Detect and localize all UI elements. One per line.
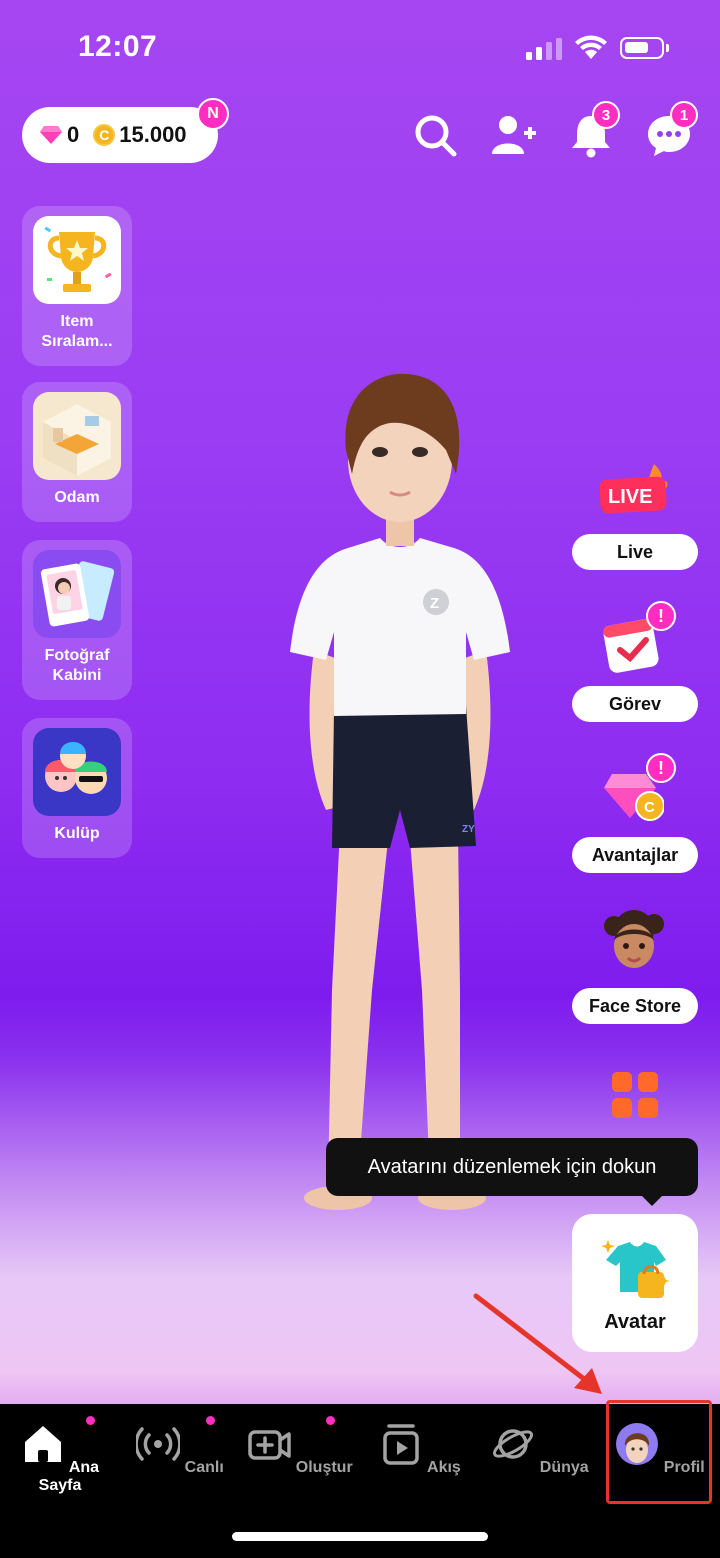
profil-highlight-box — [606, 1400, 712, 1504]
wifi-icon — [575, 35, 607, 59]
currency-balance[interactable]: 0 C 15.000 — [22, 107, 218, 163]
left-menu-label: Kabini — [52, 667, 102, 684]
coin-count: 15.000 — [119, 122, 187, 147]
club-icon — [33, 728, 121, 816]
left-menu-label: Odam — [54, 489, 100, 506]
annotation-arrow — [473, 1293, 602, 1394]
tab-akis[interactable]: Akış — [360, 1418, 480, 1477]
tab-label: Canlı — [184, 1459, 224, 1476]
tshirt-shopping-icon — [601, 1240, 670, 1298]
live-sticker-icon: LIVE — [599, 464, 668, 514]
add-friend-icon[interactable] — [490, 112, 536, 158]
status-time: 12:07 — [78, 30, 158, 63]
trophy-icon — [33, 216, 121, 304]
tab-label: Oluştur — [295, 1459, 353, 1476]
search-icon[interactable] — [412, 112, 458, 158]
coin-icon: C — [93, 124, 116, 146]
home-indicator — [232, 1532, 488, 1541]
more-apps-grid-icon[interactable] — [612, 1072, 658, 1118]
broadcast-icon — [134, 1427, 182, 1461]
new-badge: N — [197, 98, 229, 130]
tab-new-dot — [326, 1416, 335, 1425]
svg-text:C: C — [644, 799, 655, 816]
notifications-badge: 3 — [592, 101, 620, 129]
gem-icon — [40, 126, 62, 144]
face-store-icon — [604, 910, 664, 968]
left-menu-label: Kulüp — [54, 825, 100, 842]
tab-ana-sayfa[interactable]: Ana Sayfa — [0, 1418, 120, 1495]
left-menu-item-ranking[interactable]: Item Sıralam... — [22, 206, 132, 366]
tab-canli[interactable]: Canlı — [120, 1418, 240, 1477]
edit-avatar-tooltip: Avatarını düzenlemek için dokun — [326, 1138, 698, 1206]
avantajlar-button[interactable]: Avantajlar — [572, 837, 698, 873]
battery-icon — [620, 37, 669, 59]
feed-play-icon — [383, 1424, 419, 1465]
status-bar: 12:07 — [0, 0, 720, 95]
gorev-alert-badge: ! — [646, 601, 676, 631]
tab-new-dot — [206, 1416, 215, 1425]
svg-text:LIVE: LIVE — [608, 486, 652, 508]
face-store-button[interactable]: Face Store — [572, 988, 698, 1024]
left-menu-label: Fotoğraf — [44, 647, 110, 664]
left-menu-label: Item — [60, 313, 94, 330]
left-menu-item-odam[interactable]: Odam — [22, 382, 132, 522]
tab-label: Dünya — [539, 1459, 589, 1476]
live-button[interactable]: Live — [572, 534, 698, 570]
planet-icon — [493, 1429, 534, 1459]
tab-new-dot — [86, 1416, 95, 1425]
left-menu-item-photo-booth[interactable]: Fotoğraf Kabini — [22, 540, 132, 700]
room-icon — [33, 392, 121, 480]
avatar-character[interactable]: ZY Z — [270, 370, 530, 1230]
svg-text:ZY: ZY — [462, 824, 475, 835]
gem-count: 0 — [67, 122, 80, 147]
tab-label: Akış — [427, 1459, 461, 1476]
gorev-button[interactable]: Görev — [572, 686, 698, 722]
tab-olustur[interactable]: Oluştur — [240, 1418, 360, 1477]
left-menu-item-club[interactable]: Kulüp — [22, 718, 132, 858]
photo-booth-icon — [33, 550, 121, 638]
messages-badge: 1 — [670, 101, 698, 129]
svg-text:Z: Z — [430, 595, 439, 612]
home-icon — [24, 1426, 61, 1462]
create-video-icon — [248, 1430, 292, 1460]
avantajlar-alert-badge: ! — [646, 753, 676, 783]
tab-dunya[interactable]: Dünya — [480, 1418, 600, 1477]
left-menu-label: Sıralam... — [41, 333, 113, 350]
cellular-signal-icon — [526, 38, 562, 60]
